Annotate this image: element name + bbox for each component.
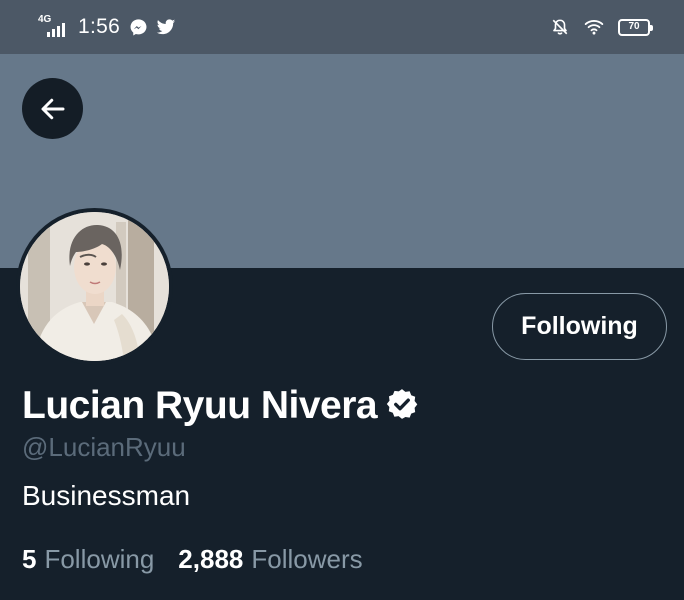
followers-count: 2,888: [178, 544, 244, 574]
following-label: Following: [44, 544, 155, 574]
profile-bio: Businessman: [22, 480, 191, 511]
back-button[interactable]: [22, 78, 83, 139]
profile-handle: @LucianRyuu: [22, 432, 186, 462]
followers-stat[interactable]: 2,888 Followers: [178, 544, 362, 575]
profile-stats: 5 Following 2,888 Followers: [22, 544, 363, 575]
twitter-icon: [156, 17, 176, 37]
avatar-image: [20, 212, 169, 361]
status-bar-left: 4G 1:56: [38, 15, 176, 39]
battery-level: 70: [628, 21, 640, 32]
profile-name-row: Lucian Ryuu Nivera: [22, 384, 419, 428]
messenger-icon: [128, 17, 148, 37]
following-button[interactable]: Following: [492, 293, 667, 360]
battery-icon: 70: [618, 18, 653, 36]
following-count: 5: [22, 544, 37, 574]
arrow-left-icon: [41, 98, 64, 119]
verified-badge-icon: [385, 387, 419, 426]
display-name: Lucian Ryuu Nivera: [22, 384, 378, 427]
notifications-off-icon: [550, 17, 570, 37]
status-bar-right: 70: [550, 17, 653, 37]
status-bar: 4G 1:56 70: [0, 0, 684, 54]
followers-label: Followers: [251, 544, 363, 574]
status-time: 1:56: [78, 15, 121, 38]
avatar[interactable]: [16, 208, 173, 365]
cellular-signal-icon: 4G: [38, 15, 70, 39]
wifi-icon: [584, 17, 604, 37]
following-stat[interactable]: 5 Following: [22, 544, 154, 575]
